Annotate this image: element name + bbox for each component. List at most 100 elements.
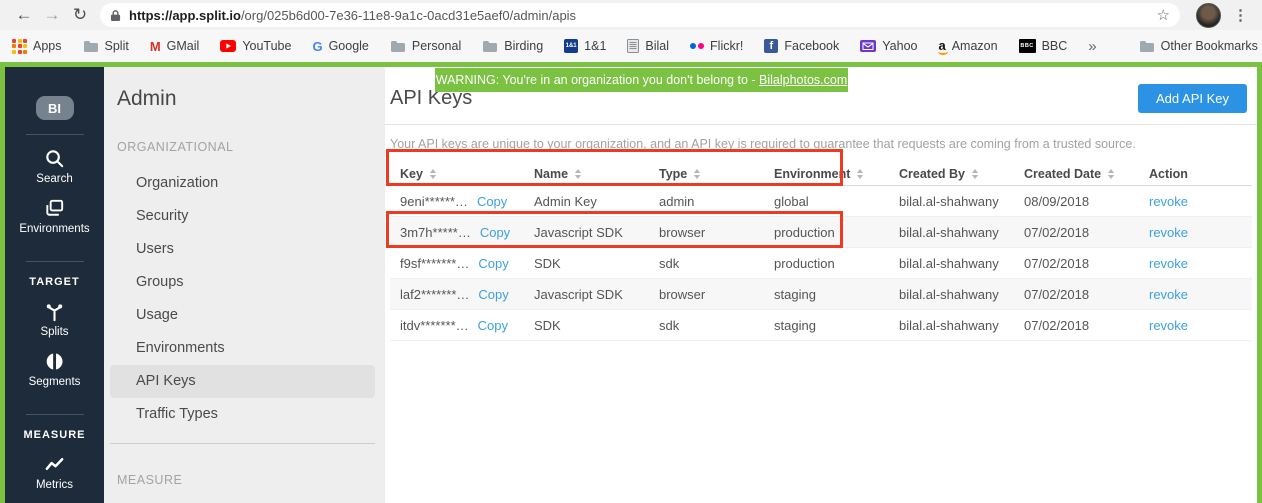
- column-label: Created By: [899, 167, 965, 181]
- forward-icon[interactable]: →: [38, 0, 66, 30]
- bookmark-gmail[interactable]: MGMail: [150, 39, 200, 54]
- rail-divider: [26, 414, 84, 415]
- key-type: browser: [649, 287, 764, 302]
- rail-item-environments[interactable]: Environments: [19, 197, 89, 235]
- apps-grid-icon: [12, 39, 27, 54]
- bookmark-split[interactable]: Split: [83, 39, 129, 53]
- browser-toolbar: ← → ↻ https://app.split.io/org/025b6d00-…: [0, 0, 1262, 30]
- reload-icon[interactable]: ↻: [66, 0, 94, 30]
- bookmark-label: GMail: [167, 39, 200, 53]
- warning-link[interactable]: Bilalphotos.com: [759, 73, 847, 87]
- admin-nav-users[interactable]: Users: [110, 233, 375, 266]
- revoke-link[interactable]: revoke: [1149, 287, 1188, 302]
- column-label: Action: [1149, 167, 1188, 181]
- bookmark-label: Facebook: [784, 39, 839, 53]
- bookmark-label: Split: [105, 39, 129, 53]
- left-nav-rail: BI SearchEnvironmentsTARGETSplitsSegment…: [5, 67, 104, 503]
- key-created-date: 08/09/2018: [1014, 194, 1139, 209]
- rail-item-segments[interactable]: Segments: [29, 350, 81, 388]
- bookmark-1-1[interactable]: 1&11&1: [564, 39, 606, 53]
- api-key-masked: laf2*******…: [400, 287, 469, 302]
- sort-icon[interactable]: [575, 169, 581, 179]
- copy-key-link[interactable]: Copy: [478, 318, 508, 333]
- bookmark-label: Apps: [33, 39, 62, 53]
- copy-key-link[interactable]: Copy: [478, 256, 508, 271]
- rail-divider: [26, 261, 84, 262]
- key-name: Javascript SDK: [524, 225, 649, 240]
- oneandone-icon: 1&1: [564, 39, 578, 53]
- user-avatar[interactable]: BI: [36, 96, 74, 120]
- browser-menu-icon[interactable]: ⋮: [1229, 6, 1252, 24]
- column-label: Type: [659, 167, 687, 181]
- key-created-date: 07/02/2018: [1014, 287, 1139, 302]
- bookmark-flickr[interactable]: Flickr!: [690, 39, 743, 53]
- column-header-key[interactable]: Key: [390, 167, 524, 181]
- copy-key-link[interactable]: Copy: [478, 287, 508, 302]
- column-label: Name: [534, 167, 568, 181]
- folder-icon: [390, 40, 406, 53]
- bookmark-bilal[interactable]: Bilal: [627, 39, 669, 53]
- copy-key-link[interactable]: Copy: [477, 194, 507, 209]
- bookmark-star-icon[interactable]: ☆: [1157, 6, 1170, 24]
- bookmark-personal[interactable]: Personal: [390, 39, 461, 53]
- yahoo-icon: [860, 40, 876, 52]
- admin-nav-organization[interactable]: Organization: [110, 167, 375, 200]
- api-key-masked: itdv*******…: [400, 318, 469, 333]
- bookmark-facebook[interactable]: fFacebook: [764, 39, 839, 53]
- youtube-icon: [220, 40, 236, 52]
- bookmark-apps[interactable]: Apps: [12, 39, 62, 54]
- sort-icon[interactable]: [694, 169, 700, 179]
- admin-nav-usage[interactable]: Usage: [110, 299, 375, 332]
- bookmark-google[interactable]: GGoogle: [312, 39, 368, 54]
- bookmark-label: Personal: [412, 39, 461, 53]
- rail-item-splits[interactable]: Splits: [40, 300, 68, 338]
- revoke-link[interactable]: revoke: [1149, 225, 1188, 240]
- flickr-icon: [690, 43, 704, 49]
- sort-icon[interactable]: [857, 169, 863, 179]
- bookmark-birding[interactable]: Birding: [482, 39, 543, 53]
- bookmarks-overflow-icon[interactable]: »: [1088, 38, 1096, 55]
- profile-avatar[interactable]: [1196, 3, 1221, 28]
- admin-nav-groups[interactable]: Groups: [110, 266, 375, 299]
- sort-icon[interactable]: [430, 169, 436, 179]
- lock-icon: [110, 9, 121, 22]
- api-key-row: laf2*******…CopyJavascript SDKbrowsersta…: [390, 279, 1252, 310]
- bookmark-youtube[interactable]: YouTube: [220, 39, 291, 53]
- column-header-type[interactable]: Type: [649, 167, 764, 181]
- column-header-environment[interactable]: Environment: [764, 167, 889, 181]
- address-bar[interactable]: https://app.split.io/org/025b6d00-7e36-1…: [100, 3, 1180, 27]
- back-icon[interactable]: ←: [10, 0, 38, 30]
- copy-key-link[interactable]: Copy: [480, 225, 510, 240]
- admin-title: Admin: [117, 87, 385, 111]
- key-created-by: bilal.al-shahwany: [889, 194, 1014, 209]
- key-environment: staging: [764, 287, 889, 302]
- admin-nav-api-keys[interactable]: API Keys: [110, 365, 375, 398]
- rail-item-search[interactable]: Search: [36, 147, 72, 185]
- bookmark-amazon[interactable]: aAmazon: [938, 39, 997, 53]
- bookmark-bbc[interactable]: BBCBBC: [1019, 39, 1068, 53]
- column-header-name[interactable]: Name: [524, 167, 649, 181]
- admin-nav-security[interactable]: Security: [110, 200, 375, 233]
- revoke-link[interactable]: revoke: [1149, 318, 1188, 333]
- admin-nav-traffic-types[interactable]: Traffic Types: [110, 398, 375, 431]
- add-api-key-button[interactable]: Add API Key: [1138, 84, 1247, 113]
- org-warning-banner: WARNING: You're in an organization you d…: [435, 68, 848, 92]
- admin-nav-environments[interactable]: Environments: [110, 332, 375, 365]
- bookmark-yahoo[interactable]: Yahoo: [860, 39, 917, 53]
- column-label: Key: [400, 167, 423, 181]
- key-environment: production: [764, 256, 889, 271]
- other-bookmarks[interactable]: Other Bookmarks: [1139, 39, 1258, 53]
- column-header-created-date[interactable]: Created Date: [1014, 167, 1139, 181]
- key-type: sdk: [649, 256, 764, 271]
- rail-item-metrics[interactable]: Metrics: [36, 453, 73, 491]
- sort-icon[interactable]: [1108, 169, 1114, 179]
- bookmark-label: Birding: [504, 39, 543, 53]
- column-header-created-by[interactable]: Created By: [889, 167, 1014, 181]
- api-key-row: 9eni******…CopyAdmin Keyadminglobalbilal…: [390, 186, 1252, 217]
- sort-icon[interactable]: [972, 169, 978, 179]
- revoke-link[interactable]: revoke: [1149, 256, 1188, 271]
- key-environment: global: [764, 194, 889, 209]
- table-header-row: Key Name Type Environment Created By Created …: [390, 163, 1252, 186]
- page-description: Your API keys are unique to your organiz…: [390, 137, 1252, 151]
- revoke-link[interactable]: revoke: [1149, 194, 1188, 209]
